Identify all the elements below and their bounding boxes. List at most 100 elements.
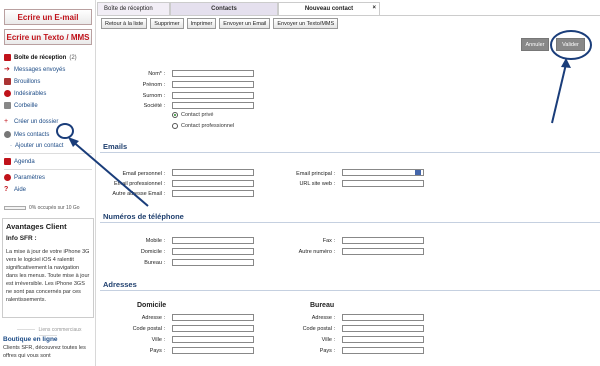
add-folder-icon: +: [4, 118, 9, 125]
sidebar-item-create-folder[interactable]: + Créer un dossier: [4, 118, 58, 125]
validate-button[interactable]: Valider: [556, 38, 585, 51]
sidebar: Ecrire un E-mail Ecrire un Texto / MMS B…: [0, 0, 96, 366]
office-country-label: Pays :: [319, 348, 335, 354]
sidebar-item-inbox[interactable]: Boîte de réception (2): [4, 54, 77, 61]
bullet-icon: ·: [10, 143, 12, 149]
radio-checked-icon: [172, 112, 178, 118]
office-street-field[interactable]: [342, 314, 424, 321]
divider: [100, 290, 600, 291]
send-sms-button[interactable]: Envoyer un Texto/MMS: [273, 18, 339, 29]
email-perso-field[interactable]: [172, 169, 254, 176]
office-zip-field[interactable]: [342, 325, 424, 332]
info-title: Info SFR :: [6, 235, 37, 242]
help-icon: ?: [4, 186, 9, 193]
nom-field[interactable]: [172, 70, 254, 77]
office-city-field[interactable]: [342, 336, 424, 343]
drafts-icon: [4, 78, 11, 85]
tab-inbox[interactable]: Boîte de réception: [97, 2, 170, 15]
fax-field[interactable]: [342, 237, 424, 244]
email-pro-field[interactable]: [172, 180, 254, 187]
societe-field[interactable]: [172, 102, 254, 109]
contacts-icon: [4, 131, 11, 138]
sidebar-item-help[interactable]: ? Aide: [4, 186, 26, 193]
office-address-heading: Bureau: [310, 302, 335, 309]
print-button[interactable]: Imprimer: [186, 18, 217, 29]
mobile-field[interactable]: [172, 237, 254, 244]
divider: [4, 169, 92, 170]
home-zip-field[interactable]: [172, 325, 254, 332]
home-street-field[interactable]: [172, 314, 254, 321]
trash-icon: [4, 102, 11, 109]
home-zip-label: Code postal :: [132, 326, 165, 332]
home-phone-field[interactable]: [172, 248, 254, 255]
email-pro-label: Email professionnel :: [113, 181, 165, 187]
sidebar-item-label: Indésirables: [14, 90, 47, 97]
home-phone-label: Domicile :: [140, 249, 165, 255]
sidebar-item-trash[interactable]: Corbeille: [4, 102, 38, 109]
home-address-heading: Domicile: [137, 302, 167, 309]
divider: [100, 152, 600, 153]
sidebar-item-add-contact[interactable]: · Ajouter un contact: [10, 143, 63, 149]
office-phone-label: Bureau :: [144, 260, 165, 266]
sidebar-item-settings[interactable]: Paramètres: [4, 174, 45, 181]
email-main-select[interactable]: [342, 169, 424, 176]
sidebar-item-label: Boîte de réception: [14, 54, 67, 61]
email-other-field[interactable]: [172, 190, 254, 197]
office-phone-field[interactable]: [172, 259, 254, 266]
chevron-down-icon[interactable]: [415, 170, 421, 175]
write-email-button[interactable]: Ecrire un E-mail: [4, 9, 92, 25]
promo-box: Avantages Client Info SFR : La mise à jo…: [2, 218, 94, 318]
home-country-label: Pays :: [149, 348, 165, 354]
surnom-label: Surnom :: [142, 93, 165, 99]
tab-contacts[interactable]: Contacts: [170, 2, 278, 15]
sidebar-item-drafts[interactable]: Brouillons: [4, 78, 40, 85]
sidebar-item-label: Mes contacts: [14, 131, 50, 138]
sidebar-item-label: Ajouter un contact: [15, 143, 64, 149]
sidebar-item-label: Aide: [14, 186, 27, 193]
sidebar-item-agenda[interactable]: Agenda: [4, 158, 35, 165]
home-city-label: Ville :: [151, 337, 165, 343]
sidebar-item-spam[interactable]: Indésirables: [4, 90, 46, 97]
cancel-button[interactable]: Annuler: [521, 38, 549, 51]
mobile-label: Mobile :: [145, 238, 165, 244]
back-to-list-button[interactable]: Retour à la liste: [101, 18, 148, 29]
sidebar-item-sent[interactable]: ➔ Messages envoyés: [4, 66, 65, 73]
office-zip-label: Code postal :: [302, 326, 335, 332]
other-phone-field[interactable]: [342, 248, 424, 255]
write-sms-button[interactable]: Ecrire un Texto / MMS: [4, 29, 92, 45]
home-country-field[interactable]: [172, 347, 254, 354]
sent-icon: ➔: [4, 66, 10, 73]
radio-label: Contact professionnel: [181, 123, 235, 129]
calendar-icon: [4, 158, 11, 165]
home-street-label: Adresse :: [141, 315, 165, 321]
surnom-field[interactable]: [172, 92, 254, 99]
divider: [4, 153, 92, 154]
quota-bar: [4, 206, 26, 210]
contact-pro-radio[interactable]: Contact professionnel: [172, 123, 234, 129]
quota-text: 0% occupés sur 10 Go: [29, 205, 80, 211]
email-main-label: Email principal :: [296, 171, 335, 177]
contact-private-radio[interactable]: Contact privé: [172, 112, 213, 118]
phones-section-title: Numéros de téléphone: [103, 212, 184, 221]
send-email-button[interactable]: Envoyer un Email: [219, 18, 271, 29]
storage-quota: 0% occupés sur 10 Go: [4, 205, 92, 211]
nom-label: Nom* :: [148, 71, 165, 77]
office-country-field[interactable]: [342, 347, 424, 354]
sidebar-item-contacts[interactable]: Mes contacts: [4, 131, 49, 138]
close-icon[interactable]: ×: [372, 5, 376, 11]
email-other-label: Autre adresse Email :: [112, 191, 165, 197]
prenom-label: Prénom :: [142, 82, 165, 88]
settings-icon: [4, 174, 11, 181]
sidebar-item-label: Brouillons: [14, 78, 41, 85]
office-city-label: Ville :: [321, 337, 335, 343]
other-phone-label: Autre numéro :: [298, 249, 335, 255]
shop-link[interactable]: Boutique en ligne: [3, 336, 58, 343]
website-field[interactable]: [342, 180, 424, 187]
prenom-field[interactable]: [172, 81, 254, 88]
arrow-line: [551, 63, 567, 124]
promo-title: Avantages Client: [6, 222, 67, 231]
delete-button[interactable]: Supprimer: [150, 18, 184, 29]
home-city-field[interactable]: [172, 336, 254, 343]
sidebar-item-label: Paramètres: [14, 174, 46, 181]
tab-new-contact[interactable]: Nouveau contact ×: [278, 2, 380, 15]
